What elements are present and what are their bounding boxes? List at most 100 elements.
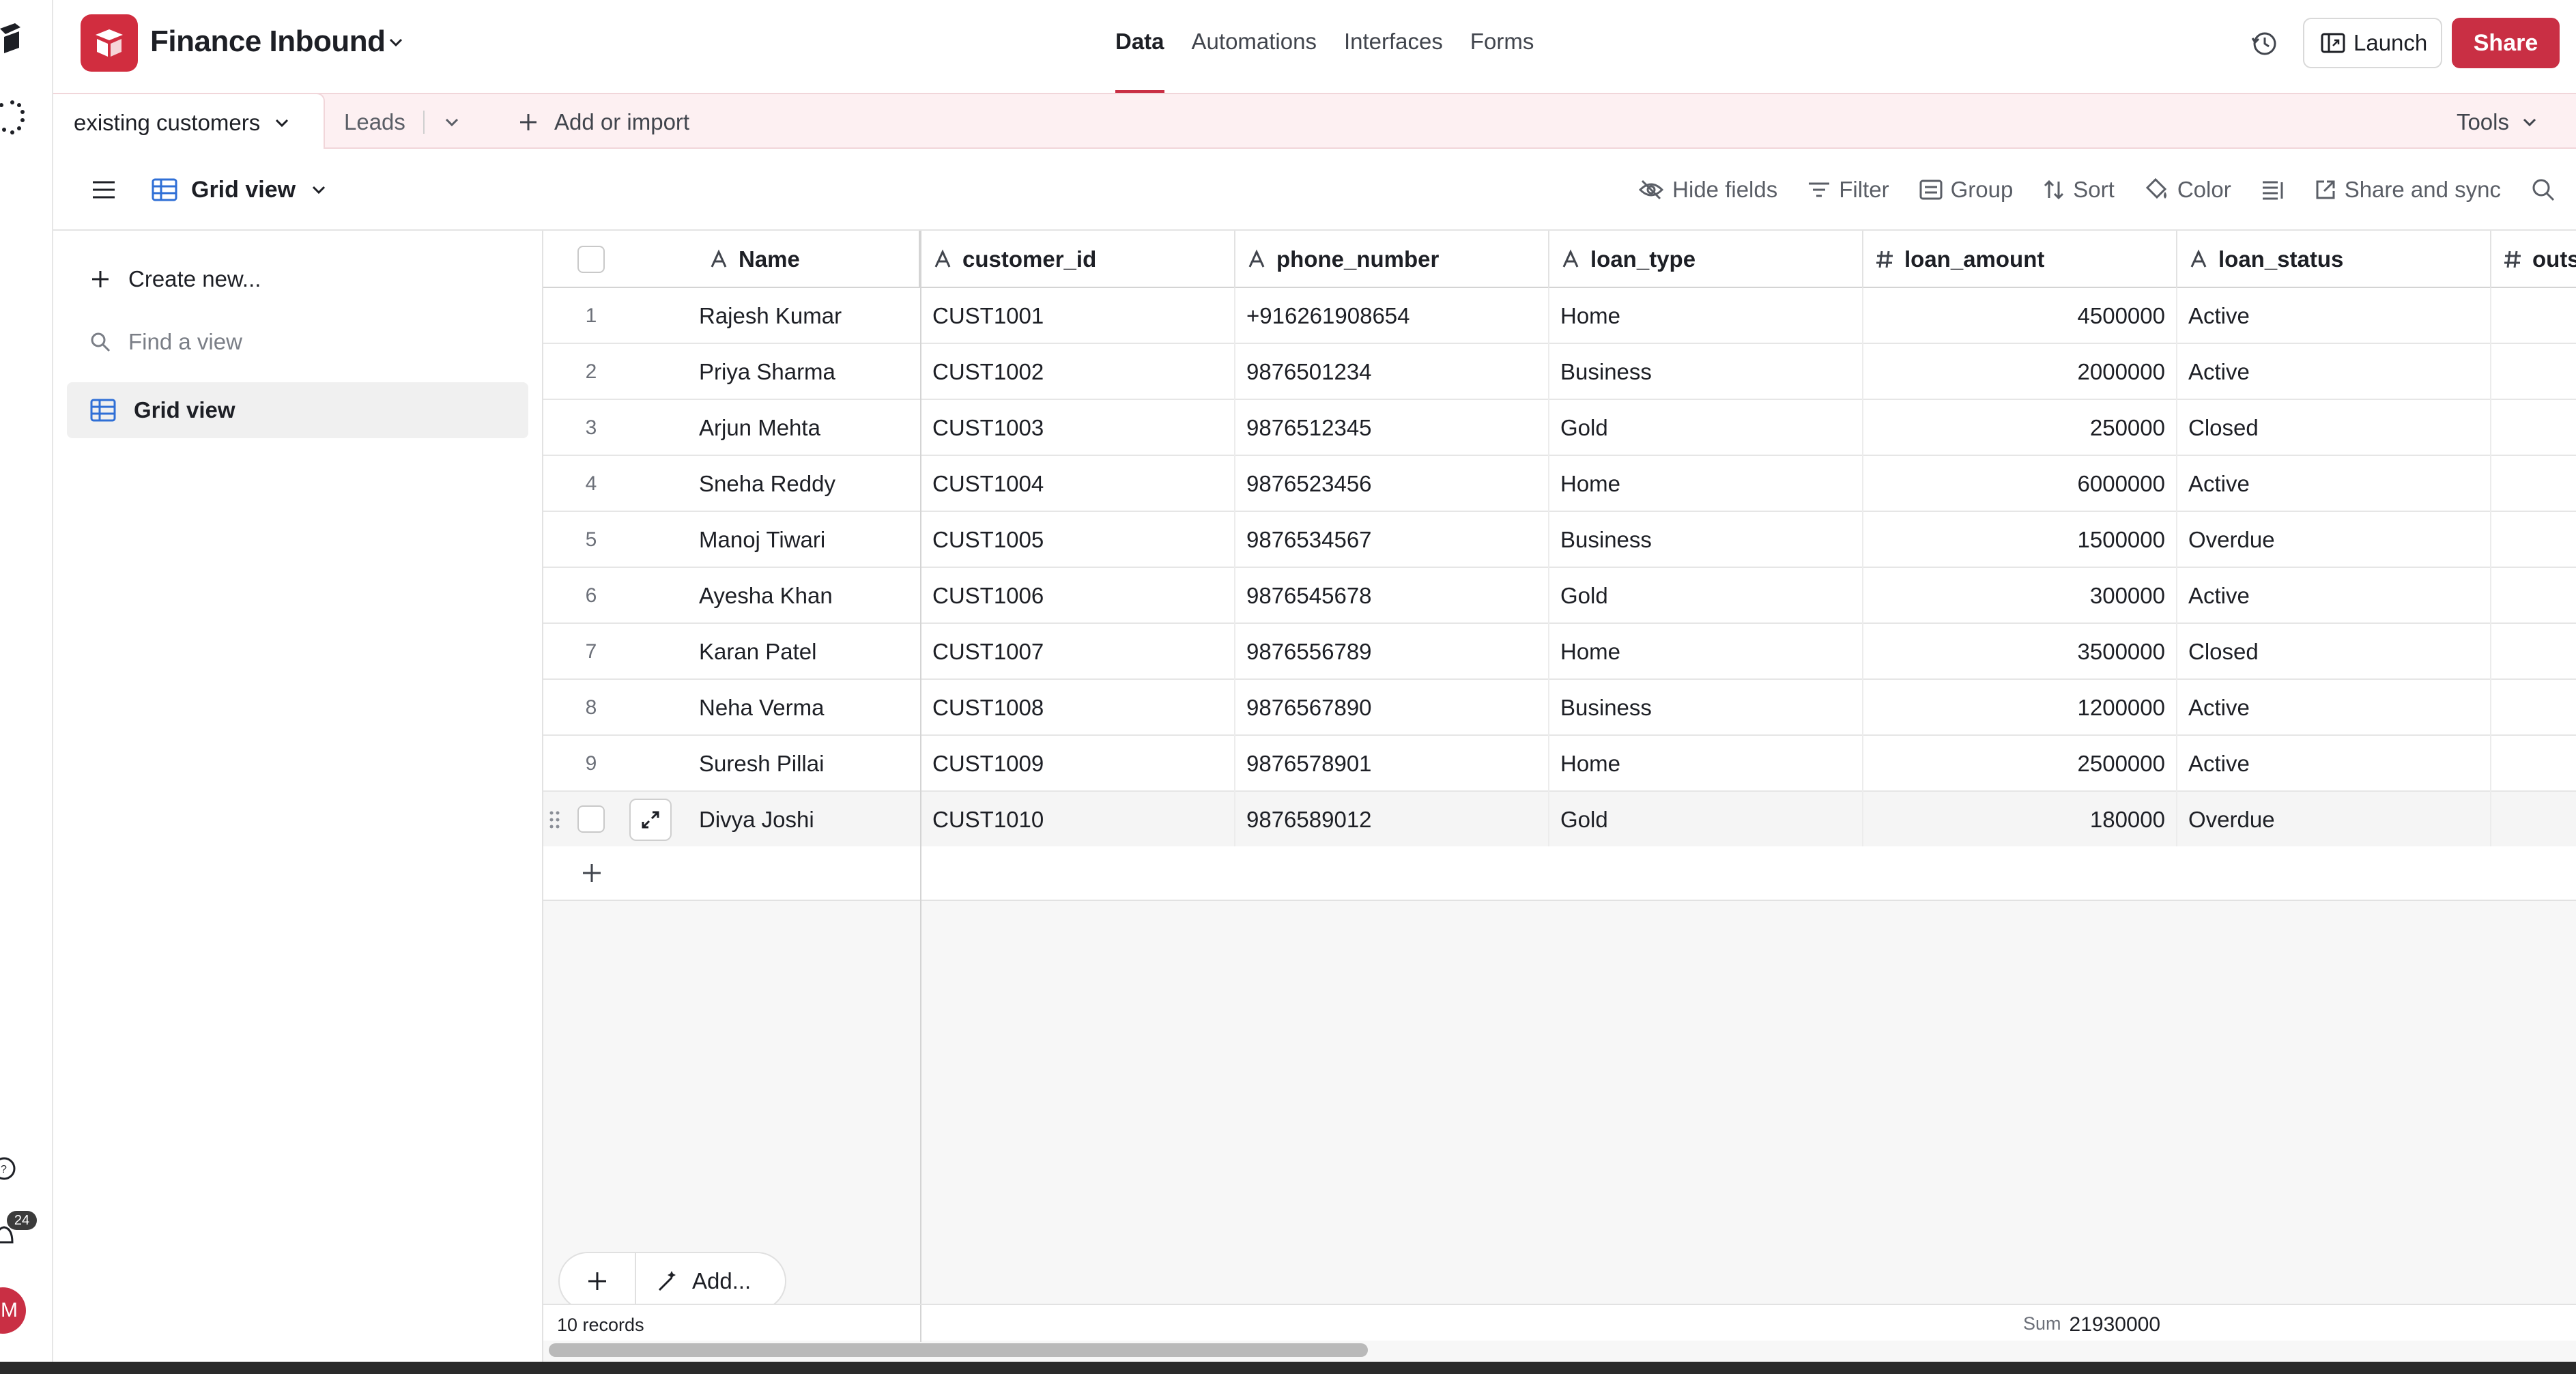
cell-loan-type[interactable]: Home (1549, 288, 1863, 344)
cell-loan-amount[interactable]: 1200000 (1863, 680, 2177, 736)
cell-loan-type[interactable]: Home (1549, 456, 1863, 512)
share-and-sync-button[interactable]: Share and sync (2300, 149, 2516, 231)
cell-customer-id[interactable]: CUST1007 (921, 624, 1235, 680)
base-name[interactable]: Finance Inbound (150, 25, 386, 59)
cell-loan-amount[interactable]: 4500000 (1863, 288, 2177, 344)
cell-loan-type[interactable]: Gold (1549, 792, 1863, 848)
search-button[interactable] (2516, 149, 2576, 231)
airtable-logo-icon[interactable] (0, 23, 20, 55)
header-loan-status[interactable]: loan_status (2177, 231, 2491, 288)
cell-loan-amount[interactable]: 300000 (1863, 568, 2177, 624)
cell-loan-type[interactable]: Home (1549, 736, 1863, 792)
base-icon[interactable] (81, 14, 138, 72)
row-checkbox[interactable] (577, 805, 605, 833)
cell-loan-status[interactable]: Overdue (2177, 512, 2491, 568)
tab-data[interactable]: Data (1102, 0, 1178, 93)
table-row[interactable]: 2 Priya Sharma CUST1002 9876501234 Busin… (543, 344, 2576, 400)
cell-customer-id[interactable]: CUST1003 (921, 400, 1235, 456)
cell-loan-amount[interactable]: 2000000 (1863, 344, 2177, 400)
sidebar-item-grid-view[interactable]: Grid view (67, 382, 528, 438)
cell-phone-number[interactable]: +916261908654 (1235, 288, 1549, 344)
group-button[interactable]: Group (1904, 149, 2029, 231)
hamburger-menu-icon[interactable] (90, 176, 117, 203)
cell-loan-status[interactable]: Active (2177, 344, 2491, 400)
cell-phone-number[interactable]: 9876545678 (1235, 568, 1549, 624)
table-row[interactable]: 8 Neha Verma CUST1008 9876567890 Busines… (543, 680, 2576, 736)
help-icon[interactable]: ? (0, 1155, 18, 1182)
table-row[interactable]: 9 Suresh Pillai CUST1009 9876578901 Home… (543, 736, 2576, 792)
cell-name[interactable]: Ayesha Khan (688, 568, 921, 624)
cell-loan-status[interactable]: Closed (2177, 400, 2491, 456)
add-record-button[interactable] (560, 1252, 636, 1311)
cell-name[interactable]: Manoj Tiwari (688, 512, 921, 568)
cell-phone-number[interactable]: 9876567890 (1235, 680, 1549, 736)
header-loan-amount[interactable]: loan_amount (1863, 231, 2177, 288)
header-name[interactable]: Name (543, 231, 920, 288)
cell-loan-status[interactable]: Active (2177, 568, 2491, 624)
header-outstanding[interactable]: outs (2491, 231, 2576, 288)
cell-customer-id[interactable]: CUST1010 (921, 792, 1235, 848)
cell-phone-number[interactable]: 9876512345 (1235, 400, 1549, 456)
row-height-button[interactable] (2246, 149, 2300, 231)
header-customer-id[interactable]: customer_id (921, 231, 1235, 288)
cell-loan-amount[interactable]: 1500000 (1863, 512, 2177, 568)
create-new-view-button[interactable]: Create new... (67, 251, 528, 307)
tab-forms[interactable]: Forms (1457, 0, 1548, 93)
header-loan-type[interactable]: loan_type (1549, 231, 1863, 288)
horizontal-scrollbar[interactable] (549, 1343, 1368, 1357)
filter-button[interactable]: Filter (1792, 149, 1904, 231)
cell-loan-amount[interactable]: 250000 (1863, 400, 2177, 456)
table-row[interactable]: Divya Joshi CUST1010 9876589012 Gold 180… (543, 792, 2576, 848)
cell-loan-type[interactable]: Business (1549, 344, 1863, 400)
history-icon[interactable] (2250, 29, 2280, 59)
cell-loan-status[interactable]: Active (2177, 680, 2491, 736)
cell-customer-id[interactable]: CUST1009 (921, 736, 1235, 792)
color-button[interactable]: Color (2130, 149, 2246, 231)
find-view-input[interactable]: Find a view (67, 314, 528, 370)
cell-customer-id[interactable]: CUST1008 (921, 680, 1235, 736)
cell-name[interactable]: Divya Joshi (688, 792, 921, 848)
cell-customer-id[interactable]: CUST1005 (921, 512, 1235, 568)
tab-automations[interactable]: Automations (1178, 0, 1330, 93)
tab-interfaces[interactable]: Interfaces (1330, 0, 1457, 93)
user-avatar[interactable]: M (0, 1287, 26, 1334)
chevron-down-icon[interactable] (442, 113, 461, 132)
cell-phone-number[interactable]: 9876501234 (1235, 344, 1549, 400)
cell-loan-type[interactable]: Gold (1549, 568, 1863, 624)
cell-loan-type[interactable]: Home (1549, 624, 1863, 680)
table-row[interactable]: 1 Rajesh Kumar CUST1001 +916261908654 Ho… (543, 288, 2576, 344)
drag-handle-icon[interactable] (549, 810, 561, 830)
cell-name[interactable]: Priya Sharma (688, 344, 921, 400)
cell-loan-status[interactable]: Closed (2177, 624, 2491, 680)
cell-name[interactable]: Rajesh Kumar (688, 288, 921, 344)
table-tab-leads[interactable]: Leads (344, 94, 461, 150)
cell-phone-number[interactable]: 9876578901 (1235, 736, 1549, 792)
share-button[interactable]: Share (2452, 18, 2560, 68)
cell-name[interactable]: Neha Verma (688, 680, 921, 736)
cell-phone-number[interactable]: 9876589012 (1235, 792, 1549, 848)
cell-name[interactable]: Karan Patel (688, 624, 921, 680)
cell-phone-number[interactable]: 9876534567 (1235, 512, 1549, 568)
table-row[interactable]: 4 Sneha Reddy CUST1004 9876523456 Home 6… (543, 456, 2576, 512)
chevron-down-icon[interactable] (385, 31, 407, 53)
cell-loan-amount[interactable]: 6000000 (1863, 456, 2177, 512)
table-row[interactable]: 6 Ayesha Khan CUST1006 9876545678 Gold 3… (543, 568, 2576, 624)
cell-name[interactable]: Suresh Pillai (688, 736, 921, 792)
expand-record-icon[interactable] (629, 799, 672, 841)
add-record-row[interactable] (543, 846, 2576, 901)
cell-loan-status[interactable]: Active (2177, 288, 2491, 344)
cell-loan-type[interactable]: Gold (1549, 400, 1863, 456)
table-row[interactable]: 5 Manoj Tiwari CUST1005 9876534567 Busin… (543, 512, 2576, 568)
header-phone-number[interactable]: phone_number (1235, 231, 1549, 288)
cell-phone-number[interactable]: 9876523456 (1235, 456, 1549, 512)
launch-button[interactable]: Launch (2303, 18, 2442, 68)
cell-loan-type[interactable]: Business (1549, 680, 1863, 736)
select-all-checkbox[interactable] (577, 246, 605, 273)
cell-phone-number[interactable]: 9876556789 (1235, 624, 1549, 680)
summary-sum[interactable]: Sum 21930000 (2023, 1313, 2160, 1336)
notifications-bell-icon[interactable] (0, 1222, 18, 1249)
cell-customer-id[interactable]: CUST1001 (921, 288, 1235, 344)
table-row[interactable]: 7 Karan Patel CUST1007 9876556789 Home 3… (543, 624, 2576, 680)
cell-loan-status[interactable]: Overdue (2177, 792, 2491, 848)
cell-loan-type[interactable]: Business (1549, 512, 1863, 568)
